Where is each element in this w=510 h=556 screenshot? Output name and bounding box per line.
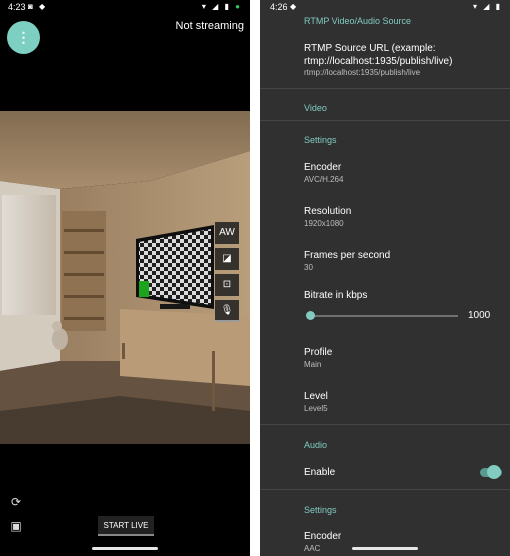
home-indicator[interactable] (352, 547, 418, 550)
stream-status-label: Not streaming (175, 20, 244, 32)
fps-title[interactable]: Frames per second (304, 250, 390, 261)
video-settings-header: Settings (304, 135, 337, 145)
audio-encoder-title[interactable]: Encoder (304, 531, 341, 542)
profile-value: Main (304, 360, 322, 369)
resolution-value: 1920x1080 (304, 219, 344, 228)
status-bar: 4:26 ◆ ▾ ◢ ▮ (260, 0, 510, 14)
status-time: 4:23 (8, 2, 26, 12)
focus-icon[interactable]: ⊡ (215, 274, 239, 296)
auto-white-balance-button[interactable]: AW (215, 222, 239, 244)
divider (260, 424, 510, 425)
camera-source-icon[interactable]: ▣ (6, 516, 26, 536)
rtmp-source-url-value: rtmp://localhost:1935/publish/live (304, 68, 421, 77)
camera-screen: 4:23 ◙ ◆ ▾ ◢ ▮ ● ⋮ Not streaming AW ◪ ⊡ … (0, 0, 250, 556)
rtmp-section-header: RTMP Video/Audio Source (304, 16, 412, 26)
audio-enable-title[interactable]: Enable (304, 467, 335, 478)
divider (260, 88, 510, 89)
divider (260, 120, 510, 121)
video-section-header: Video (304, 103, 327, 113)
switch-camera-icon[interactable]: ⟳ (6, 492, 26, 512)
bitrate-slider-thumb[interactable] (306, 311, 315, 320)
level-value: Level5 (304, 404, 328, 413)
exposure-icon[interactable]: ◪ (215, 248, 239, 270)
microphone-icon[interactable]: 🎙 (215, 300, 239, 322)
video-encoder-title[interactable]: Encoder (304, 162, 341, 173)
divider (260, 489, 510, 490)
profile-title[interactable]: Profile (304, 347, 332, 358)
status-time: 4:26 (270, 2, 288, 12)
level-title[interactable]: Level (304, 391, 328, 402)
system-icons: ▾ ◢ ▮ (472, 2, 502, 11)
fps-value: 30 (304, 263, 313, 272)
start-live-button[interactable]: START LIVE (98, 516, 154, 536)
system-icons: ▾ ◢ ▮ ● (202, 2, 242, 11)
menu-button[interactable]: ⋮ (7, 21, 40, 54)
bitrate-slider[interactable] (308, 315, 458, 317)
bitrate-title: Bitrate in kbps (304, 290, 368, 301)
camera-in-use-icon: ● (235, 2, 242, 11)
audio-settings-header: Settings (304, 505, 337, 515)
audio-enable-toggle-thumb[interactable] (487, 465, 501, 479)
bitrate-value: 1000 (468, 310, 491, 321)
notification-icons: ◆ (290, 2, 299, 11)
notification-icons: ◙ ◆ (28, 2, 48, 11)
resolution-title[interactable]: Resolution (304, 206, 351, 217)
settings-screen: 4:26 ◆ ▾ ◢ ▮ RTMP Video/Audio Source RTM… (260, 0, 510, 556)
status-bar: 4:23 ◙ ◆ ▾ ◢ ▮ ● (0, 0, 250, 14)
audio-section-header: Audio (304, 440, 328, 450)
wifi-battery-icons: ▾ ◢ ▮ (201, 2, 231, 11)
room-scene-image (0, 111, 250, 444)
audio-encoder-value: AAC (304, 544, 321, 553)
video-encoder-value: AVC/H.264 (304, 175, 344, 184)
rtmp-source-url-title[interactable]: RTMP Source URL (example: rtmp://localho… (304, 42, 504, 68)
camera-preview (0, 111, 250, 444)
home-indicator[interactable] (92, 547, 158, 550)
